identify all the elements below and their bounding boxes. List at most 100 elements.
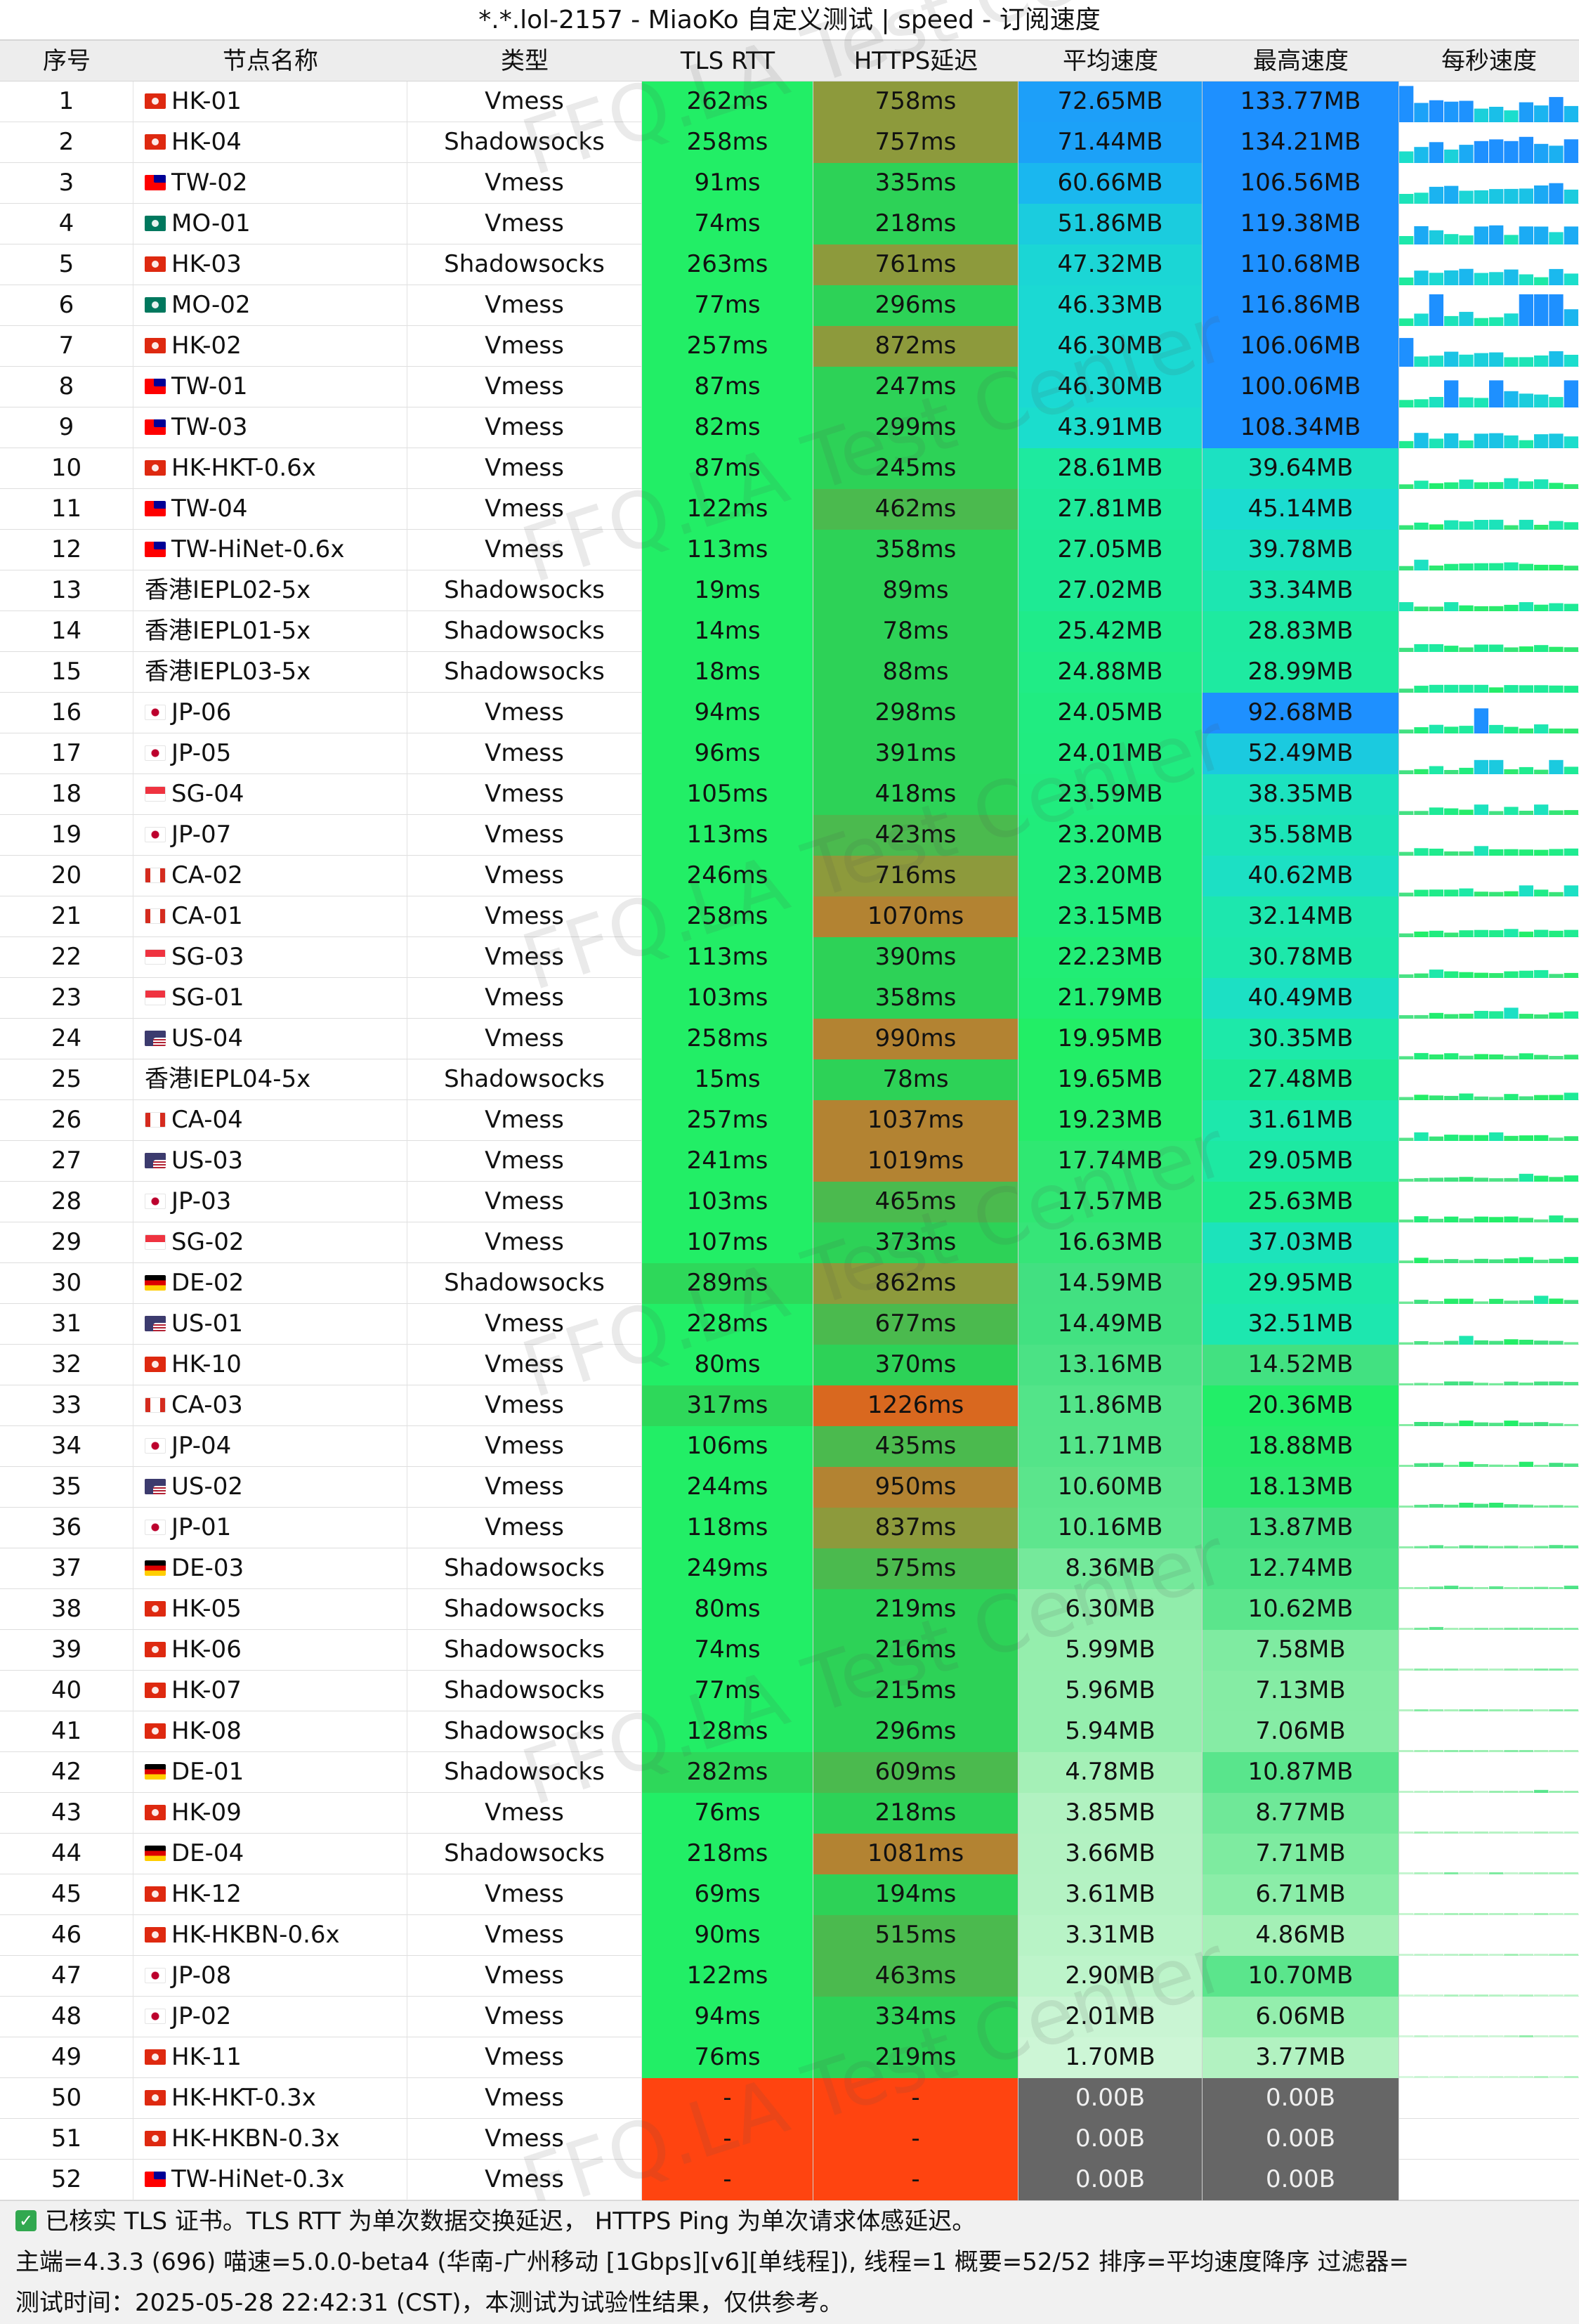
per-second-speed-chart xyxy=(1399,774,1579,815)
jp-flag-icon xyxy=(145,1437,166,1454)
spark-bar xyxy=(1429,355,1443,367)
max-speed: 3.77MB xyxy=(1203,2037,1399,2078)
node-name: DE-03 xyxy=(171,1554,244,1582)
avg-speed: 23.20MB xyxy=(1018,815,1203,856)
speed-sparkline xyxy=(1399,519,1578,530)
spark-bar xyxy=(1504,1216,1519,1222)
header-avg[interactable]: 平均速度 xyxy=(1018,41,1203,81)
spark-bar xyxy=(1474,398,1488,407)
spark-bar xyxy=(1399,151,1414,163)
spark-bar xyxy=(1519,294,1533,326)
spark-bar xyxy=(1549,294,1564,326)
avg-speed: 27.05MB xyxy=(1018,530,1203,570)
spark-bar xyxy=(1534,564,1549,570)
spark-bar xyxy=(1549,1298,1564,1304)
spark-bar xyxy=(1519,849,1533,856)
node-name: JP-08 xyxy=(171,1961,232,1990)
node-type: Vmess xyxy=(407,1141,642,1182)
row-index: 12 xyxy=(0,530,133,570)
spark-bar xyxy=(1414,644,1429,652)
speed-sparkline xyxy=(1399,294,1578,326)
row-index: 50 xyxy=(0,2078,133,2119)
node-name-cell: TW-04 xyxy=(133,489,407,530)
header-name[interactable]: 节点名称 xyxy=(133,41,407,81)
node-name-cell: 香港IEPL02-5x xyxy=(133,570,407,611)
max-speed: 39.64MB xyxy=(1203,448,1399,489)
per-second-speed-chart xyxy=(1399,1222,1579,1263)
per-second-speed-chart xyxy=(1399,693,1579,733)
node-type: Vmess xyxy=(407,693,642,733)
tls-rtt: 80ms xyxy=(642,1589,813,1630)
header-https[interactable]: HTTPS延迟 xyxy=(813,41,1018,81)
header-max[interactable]: 最高速度 xyxy=(1203,41,1399,81)
spark-bar xyxy=(1459,354,1474,367)
spark-bar xyxy=(1429,142,1443,163)
spark-bar xyxy=(1534,294,1549,326)
tls-rtt: 77ms xyxy=(642,285,813,326)
spark-bar xyxy=(1429,684,1443,693)
spark-bar xyxy=(1414,1095,1429,1100)
speed-sparkline xyxy=(1399,644,1578,652)
avg-speed: 27.02MB xyxy=(1018,570,1203,611)
row-index: 10 xyxy=(0,448,133,489)
node-name: DE-01 xyxy=(171,1758,244,1786)
footer-line-1: ✓ 已核实 TLS 证书。TLS RTT 为单次数据交换延迟， HTTPS Pin… xyxy=(0,2201,1579,2242)
speed-sparkline xyxy=(1399,380,1578,407)
spark-bar xyxy=(1474,141,1488,163)
spark-bar xyxy=(1414,103,1429,122)
spark-bar xyxy=(1489,1217,1504,1222)
tls-rtt: 128ms xyxy=(642,1711,813,1752)
max-speed: 100.06MB xyxy=(1203,367,1399,407)
https-latency: 373ms xyxy=(813,1222,1018,1263)
node-type: Vmess xyxy=(407,407,642,448)
spark-bar xyxy=(1444,1135,1459,1141)
max-speed: 116.86MB xyxy=(1203,285,1399,326)
table-row: 51 HK-HKBN-0.3x Vmess - -0.00B 0.00B xyxy=(0,2119,1579,2160)
spark-bar xyxy=(1519,970,1533,978)
max-speed: 6.71MB xyxy=(1203,1874,1399,1915)
spark-bar xyxy=(1564,1011,1578,1019)
spark-bar xyxy=(1474,226,1488,244)
header-type[interactable]: 类型 xyxy=(407,41,642,81)
node-type: Vmess xyxy=(407,489,642,530)
tls-rtt: 105ms xyxy=(642,774,813,815)
spark-bar xyxy=(1519,766,1533,774)
row-index: 20 xyxy=(0,856,133,896)
node-name: 香港IEPL01-5x xyxy=(145,617,311,645)
speed-sparkline xyxy=(1399,338,1578,367)
node-type: Shadowsocks xyxy=(407,611,642,652)
spark-bar xyxy=(1504,188,1519,204)
node-name-cell: 香港IEPL04-5x xyxy=(133,1059,407,1100)
per-second-speed-chart xyxy=(1399,1467,1579,1508)
tls-rtt: 77ms xyxy=(642,1671,813,1711)
tls-rtt: 76ms xyxy=(642,2037,813,2078)
spark-bar xyxy=(1534,685,1549,693)
avg-speed: 13.16MB xyxy=(1018,1345,1203,1385)
https-latency: 218ms xyxy=(813,204,1018,244)
hk-flag-icon xyxy=(145,93,166,109)
avg-speed: 0.00B xyxy=(1018,2078,1203,2119)
spark-bar xyxy=(1414,606,1429,611)
node-name: CA-02 xyxy=(171,861,243,889)
row-index: 19 xyxy=(0,815,133,856)
header-idx[interactable]: 序号 xyxy=(0,41,133,81)
table-row: 18 SG-04 Vmess 105ms 418ms 23.59MB 38.35MB xyxy=(0,774,1579,815)
header-tls[interactable]: TLS RTT xyxy=(642,41,813,81)
per-second-speed-chart xyxy=(1399,244,1579,285)
per-second-speed-chart xyxy=(1399,937,1579,978)
node-type: Shadowsocks xyxy=(407,1711,642,1752)
speed-sparkline xyxy=(1399,708,1578,733)
table-row: 3 TW-02 Vmess 91ms 335ms 60.66MB 106.56MB xyxy=(0,163,1579,204)
node-name: 香港IEPL04-5x xyxy=(145,1065,311,1093)
speed-sparkline xyxy=(1399,478,1578,489)
spark-bar xyxy=(1534,394,1549,407)
tls-rtt: 244ms xyxy=(642,1467,813,1508)
row-index: 31 xyxy=(0,1304,133,1345)
node-type: Shadowsocks xyxy=(407,1548,642,1589)
spark-bar xyxy=(1459,1461,1474,1467)
spark-bar xyxy=(1429,100,1443,122)
spark-bar xyxy=(1459,190,1474,204)
hk-flag-icon xyxy=(145,1804,166,1820)
row-index: 26 xyxy=(0,1100,133,1141)
header-spark[interactable]: 每秒速度 xyxy=(1399,41,1579,81)
